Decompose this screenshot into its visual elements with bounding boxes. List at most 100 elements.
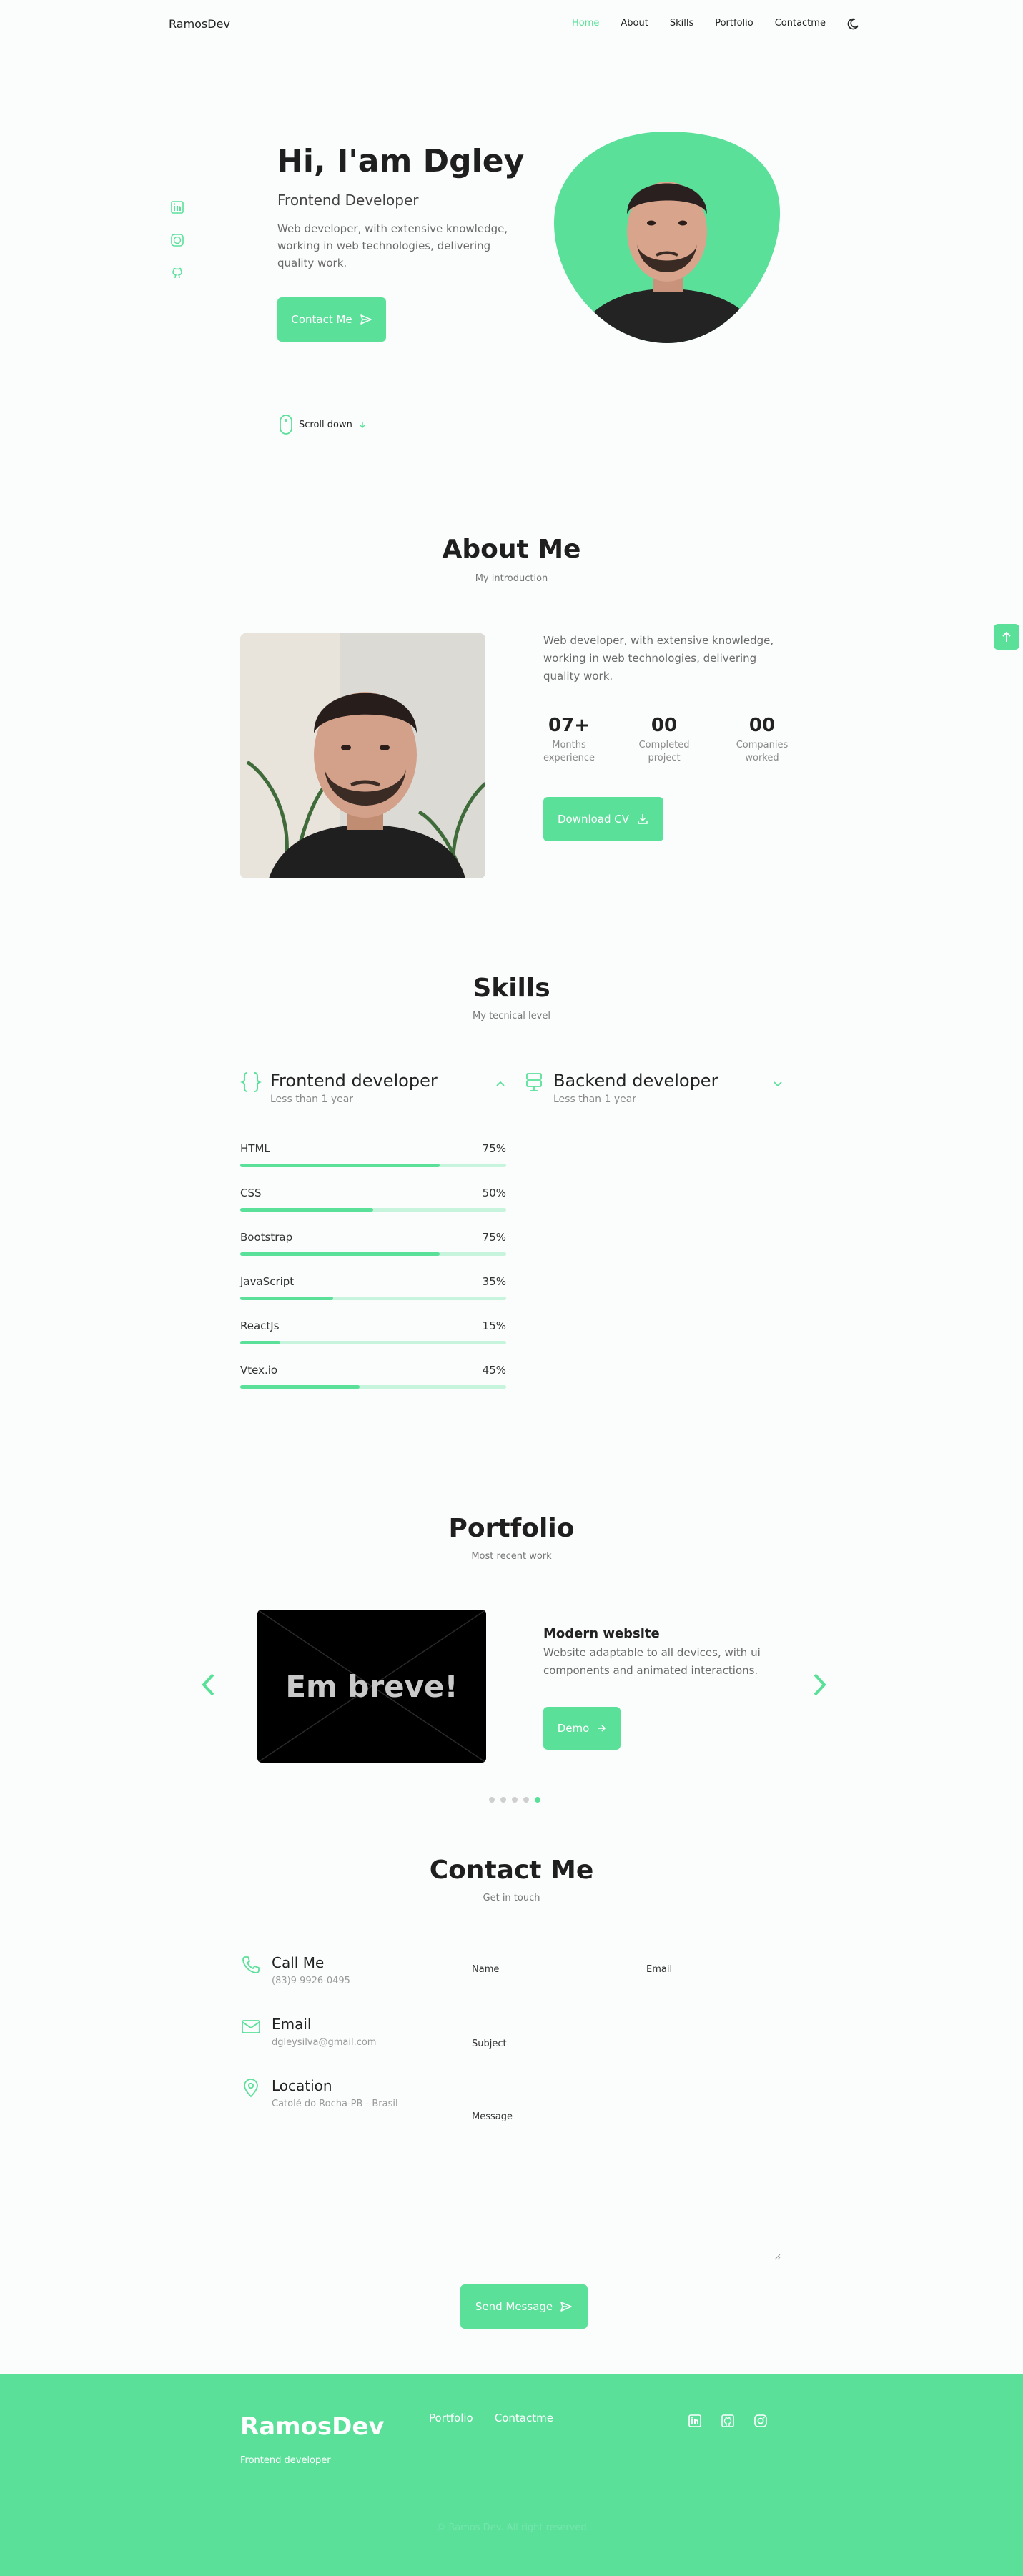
download-cv-button[interactable]: Download CV (543, 797, 663, 841)
footer-links: Portfolio Contactme (429, 2412, 553, 2424)
dribbble-icon[interactable] (170, 233, 184, 247)
phone-icon (240, 1954, 262, 1986)
skill-bar-track (240, 1385, 506, 1389)
footer-copyright: © Ramos Dev. All right reserved (436, 2522, 587, 2533)
carousel-dot[interactable] (500, 1797, 506, 1803)
nav-skills[interactable]: Skills (670, 18, 693, 29)
project-description: Website adaptable to all devices, with u… (543, 1646, 761, 1677)
skill-bootstrap: Bootstrap 75% (240, 1231, 506, 1256)
skill-name: ReactJs (240, 1319, 280, 1332)
skill-bar-fill (240, 1252, 440, 1256)
nav-home[interactable]: Home (572, 18, 599, 29)
chevron-down-icon[interactable] (772, 1078, 784, 1089)
location-title: Location (272, 2077, 332, 2094)
skill-percent: 35% (482, 1275, 506, 1288)
site-logo[interactable]: RamosDev (169, 17, 230, 31)
call-value[interactable]: (83)9 9926-0495 (272, 1976, 350, 1986)
send-message-label: Send Message (475, 2300, 553, 2313)
stat-label: Completed project (638, 740, 690, 763)
contact-call: Call Me (83)9 9926-0495 (240, 1954, 350, 1986)
nav-portfolio[interactable]: Portfolio (715, 18, 753, 29)
skill-percent: 45% (482, 1364, 506, 1377)
contact-me-button[interactable]: Contact Me (277, 297, 386, 342)
about-title: About Me (442, 535, 581, 564)
chevron-up-icon[interactable] (495, 1078, 506, 1089)
demo-button[interactable]: Demo (543, 1707, 621, 1750)
frontend-skills-header[interactable]: Frontend developer Less than 1 year (240, 1071, 506, 1105)
subject-field[interactable]: Subject (462, 2030, 788, 2073)
skill-vtex: Vtex.io 45% (240, 1364, 506, 1389)
footer-subtitle: Frontend developer (240, 2455, 331, 2466)
linkedin-icon[interactable] (688, 2414, 702, 2428)
frontend-header-text: Frontend developer Less than 1 year (270, 1071, 438, 1105)
hero-title: Hi, I'am Dgley (277, 143, 525, 179)
github-icon[interactable] (721, 2414, 735, 2428)
location-value: Catolé do Rocha-PB - Brasil (272, 2099, 398, 2109)
skill-bar-track (240, 1164, 506, 1167)
skill-javascript: JavaScript 35% (240, 1275, 506, 1300)
skill-percent: 15% (482, 1319, 506, 1332)
skill-bar-track (240, 1252, 506, 1256)
name-field[interactable]: Name (462, 1956, 625, 1998)
server-icon (523, 1071, 545, 1094)
skill-bar-fill (240, 1208, 373, 1212)
skill-name: Bootstrap (240, 1231, 293, 1244)
contact-me-label: Contact Me (291, 313, 352, 326)
footer-link-portfolio[interactable]: Portfolio (429, 2412, 473, 2424)
email-field[interactable]: Email (636, 1956, 788, 1998)
skill-bar-track (240, 1208, 506, 1212)
skill-html: HTML 75% (240, 1142, 506, 1167)
contact-location: Location Catolé do Rocha-PB - Brasil (240, 2077, 398, 2109)
hero-subtitle: Frontend Developer (277, 192, 419, 209)
skills-subtitle: My tecnical level (473, 1011, 550, 1021)
subject-field-label: Subject (472, 2038, 507, 2049)
backend-subtitle: Less than 1 year (553, 1094, 637, 1105)
chevron-left-icon[interactable] (200, 1673, 217, 1697)
footer-link-contact[interactable]: Contactme (495, 2412, 553, 2424)
message-textarea[interactable]: Message (462, 2103, 781, 2260)
send-message-button[interactable]: Send Message (460, 2284, 588, 2329)
project-thumbnail[interactable]: Em breve! (257, 1610, 486, 1763)
skills-title: Skills (473, 974, 550, 1003)
carousel-dot[interactable] (523, 1797, 529, 1803)
theme-toggle-moon-icon[interactable] (846, 17, 860, 31)
about-subtitle: My introduction (475, 573, 548, 584)
instagram-icon[interactable] (753, 2414, 768, 2428)
carousel-dot[interactable] (512, 1797, 518, 1803)
call-title: Call Me (272, 1954, 325, 1971)
scroll-down-link[interactable]: Scroll down (279, 415, 367, 435)
nav-about[interactable]: About (621, 18, 648, 29)
frontend-subtitle: Less than 1 year (270, 1094, 354, 1105)
resize-handle-icon[interactable] (774, 2253, 781, 2260)
scroll-down-label: Scroll down (299, 419, 352, 430)
skill-bar-track (240, 1341, 506, 1344)
email-title: Email (272, 2016, 312, 2033)
skill-bar-track (240, 1297, 506, 1300)
arrow-down-icon (358, 420, 367, 429)
about-photo (240, 633, 485, 878)
nav-contact[interactable]: Contactme (775, 18, 826, 29)
demo-label: Demo (557, 1722, 590, 1735)
portfolio-subtitle: Most recent work (471, 1551, 552, 1562)
contact-title: Contact Me (429, 1856, 594, 1885)
main-nav: Home About Skills Portfolio Contactme (572, 18, 826, 29)
linkedin-icon[interactable] (170, 200, 184, 214)
mouse-icon (279, 415, 293, 435)
name-field-label: Name (472, 1964, 500, 1975)
chevron-right-icon[interactable] (811, 1673, 828, 1697)
github-icon[interactable] (170, 266, 184, 280)
skill-name: JavaScript (240, 1275, 295, 1288)
skill-percent: 50% (482, 1187, 506, 1199)
scroll-up-button[interactable] (994, 624, 1019, 650)
hero-profile-photo (553, 130, 781, 345)
email-value[interactable]: dgleysilva@gmail.com (272, 2037, 376, 2048)
send-icon (560, 2300, 573, 2313)
stat-projects: 00 Completed project (621, 715, 707, 765)
carousel-dot[interactable] (489, 1797, 495, 1803)
portfolio-title: Portfolio (448, 1514, 575, 1543)
skill-name: HTML (240, 1142, 270, 1155)
download-icon (636, 813, 649, 826)
carousel-dot-active[interactable] (535, 1797, 540, 1803)
stat-number: 00 (651, 715, 678, 736)
backend-skills-header[interactable]: Backend developer Less than 1 year (523, 1071, 784, 1105)
